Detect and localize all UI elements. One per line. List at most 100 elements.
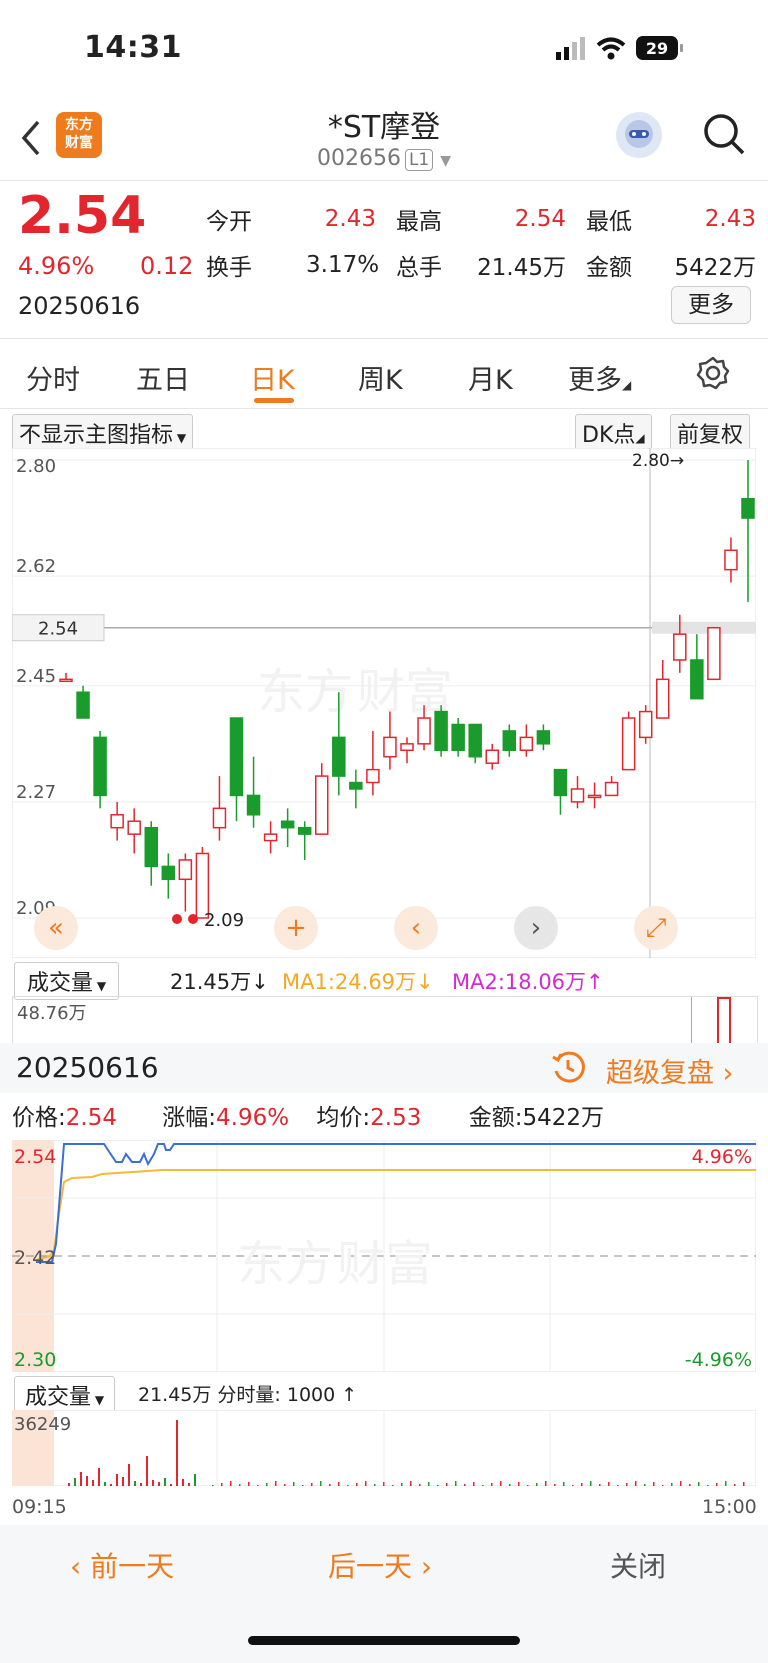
intraday-y-bot: 2.30	[14, 1349, 56, 1371]
volume-bar	[644, 1484, 646, 1486]
candle-body	[621, 717, 636, 771]
close-button[interactable]: 关闭	[610, 1545, 666, 1585]
expand-icon[interactable]: ⤢	[634, 906, 678, 950]
intraday-pct-bot: -4.96%	[685, 1349, 752, 1371]
low-dot	[188, 914, 198, 924]
volume-bar	[275, 1481, 277, 1486]
candle-body	[212, 807, 227, 829]
kline-chart[interactable]: 东方 财富 2.802.622.452.272.092.542.80→2.09	[12, 448, 756, 958]
candle-body	[93, 736, 107, 797]
volume-bar	[320, 1481, 322, 1486]
candle-body	[690, 659, 704, 700]
stat-value: 3.17%	[306, 252, 380, 278]
price-change-pct: 4.96%	[18, 252, 95, 280]
volume-bar	[554, 1484, 556, 1486]
volume-bar	[68, 1483, 70, 1486]
candle-body	[263, 833, 278, 842]
volume-bar	[437, 1485, 439, 1486]
low-dot	[172, 914, 182, 924]
adjust-mode-button[interactable]: 前复权	[670, 414, 751, 452]
candle-body	[553, 768, 568, 797]
low-marker: 2.09	[204, 910, 244, 931]
volume-bar	[128, 1464, 130, 1486]
time-start: 09:15	[12, 1496, 67, 1518]
next-day-button[interactable]: 后一天 ›	[328, 1545, 432, 1585]
divider	[0, 180, 768, 181]
volume-bar	[110, 1484, 112, 1486]
volume-bar	[248, 1482, 250, 1486]
zoom-in-icon[interactable]: +	[274, 906, 318, 950]
candle-body	[332, 736, 346, 777]
y-axis-label: 2.45	[16, 666, 56, 687]
volume-bar	[74, 1478, 76, 1486]
stat-label: 换手	[206, 255, 252, 281]
home-indicator	[248, 1636, 520, 1645]
volume-bar	[473, 1482, 475, 1486]
tab-five-day[interactable]: 五日	[136, 358, 190, 397]
rewind-icon[interactable]: «	[34, 906, 78, 950]
stat-label: 今开	[206, 209, 252, 235]
high-marker: 2.80→	[632, 451, 684, 471]
candle-body	[76, 691, 90, 719]
intraday-volume-select[interactable]: 成交量 ▼	[14, 1376, 116, 1414]
tab-weekly-k[interactable]: 周K	[358, 358, 403, 397]
volume-bar	[311, 1483, 313, 1486]
y-axis-label: 2.62	[16, 556, 56, 577]
volume-bar	[734, 1484, 736, 1486]
volume-bar	[284, 1484, 286, 1486]
volume-bar	[608, 1482, 610, 1486]
intraday-volume-chart[interactable]: 36249	[12, 1410, 756, 1486]
volume-bar	[717, 997, 731, 1043]
volume-bar	[518, 1482, 520, 1486]
volume-bar	[80, 1472, 82, 1486]
stat-value: 21.45万	[477, 255, 566, 281]
candle-body	[315, 775, 329, 835]
search-icon[interactable]	[702, 112, 746, 160]
volume-bar	[716, 1483, 718, 1486]
svg-text:29: 29	[646, 39, 668, 58]
volume-bar	[680, 1481, 682, 1486]
tab-intraday[interactable]: 分时	[26, 358, 80, 397]
candle-body	[59, 678, 73, 683]
volume-bar	[212, 1485, 214, 1486]
candle-body	[280, 820, 295, 829]
settings-gear-icon[interactable]	[696, 356, 730, 394]
volume-bar	[347, 1485, 349, 1486]
candle-body	[195, 852, 210, 919]
tab-daily-k[interactable]: 日K	[250, 358, 295, 397]
volume-value: 21.45万↓	[170, 970, 269, 994]
volume-bar	[164, 1478, 166, 1486]
volume-bar	[536, 1483, 538, 1486]
y-axis-label: 2.27	[16, 782, 56, 803]
volume-bar	[194, 1474, 196, 1486]
candle-body	[229, 717, 244, 797]
prev-day-button[interactable]: ‹ 前一天	[70, 1545, 174, 1585]
volume-bar	[626, 1483, 628, 1486]
volume-indicator-select[interactable]: 成交量 ▼	[14, 962, 120, 1000]
super-replay-link[interactable]: 超级复盘 ›	[606, 1051, 733, 1090]
volume-chart[interactable]: 48.76万	[12, 996, 758, 1043]
history-clock-icon[interactable]	[550, 1049, 586, 1089]
intraday-chart[interactable]: 东方 财富 2.54 2.42 2.30 4.96% -4.96%	[12, 1140, 756, 1372]
candle-body	[297, 826, 312, 835]
volume-bar	[182, 1479, 184, 1486]
volume-bar	[374, 1484, 376, 1486]
dk-point-button[interactable]: DK点◢	[575, 414, 652, 452]
more-stats-button[interactable]: 更多	[671, 286, 751, 324]
volume-bar	[122, 1477, 124, 1486]
tab-more[interactable]: 更多◢	[568, 358, 631, 397]
main-indicator-select[interactable]: 不显示主图指标 ▼	[12, 414, 194, 452]
volume-bar	[617, 1485, 619, 1486]
robot-assistant-icon[interactable]	[616, 112, 662, 158]
chevron-left-icon[interactable]: ‹	[394, 906, 438, 950]
replay-stats: 价格:2.54 涨幅:4.96% 均价:2.53 金额:5422万	[12, 1105, 604, 1131]
candle-body	[604, 781, 619, 797]
volume-bar	[446, 1483, 448, 1486]
candle-body	[656, 678, 670, 719]
replay-date: 20250616	[16, 1051, 159, 1084]
volume-bar	[356, 1483, 358, 1486]
tab-monthly-k[interactable]: 月K	[468, 358, 513, 397]
chevron-right-icon[interactable]: ›	[514, 906, 558, 950]
candle-body	[110, 814, 124, 829]
quote-stats: 今开 2.43 最高 2.54 最低 2.43 换手 3.17% 总手 21.4…	[206, 196, 756, 288]
